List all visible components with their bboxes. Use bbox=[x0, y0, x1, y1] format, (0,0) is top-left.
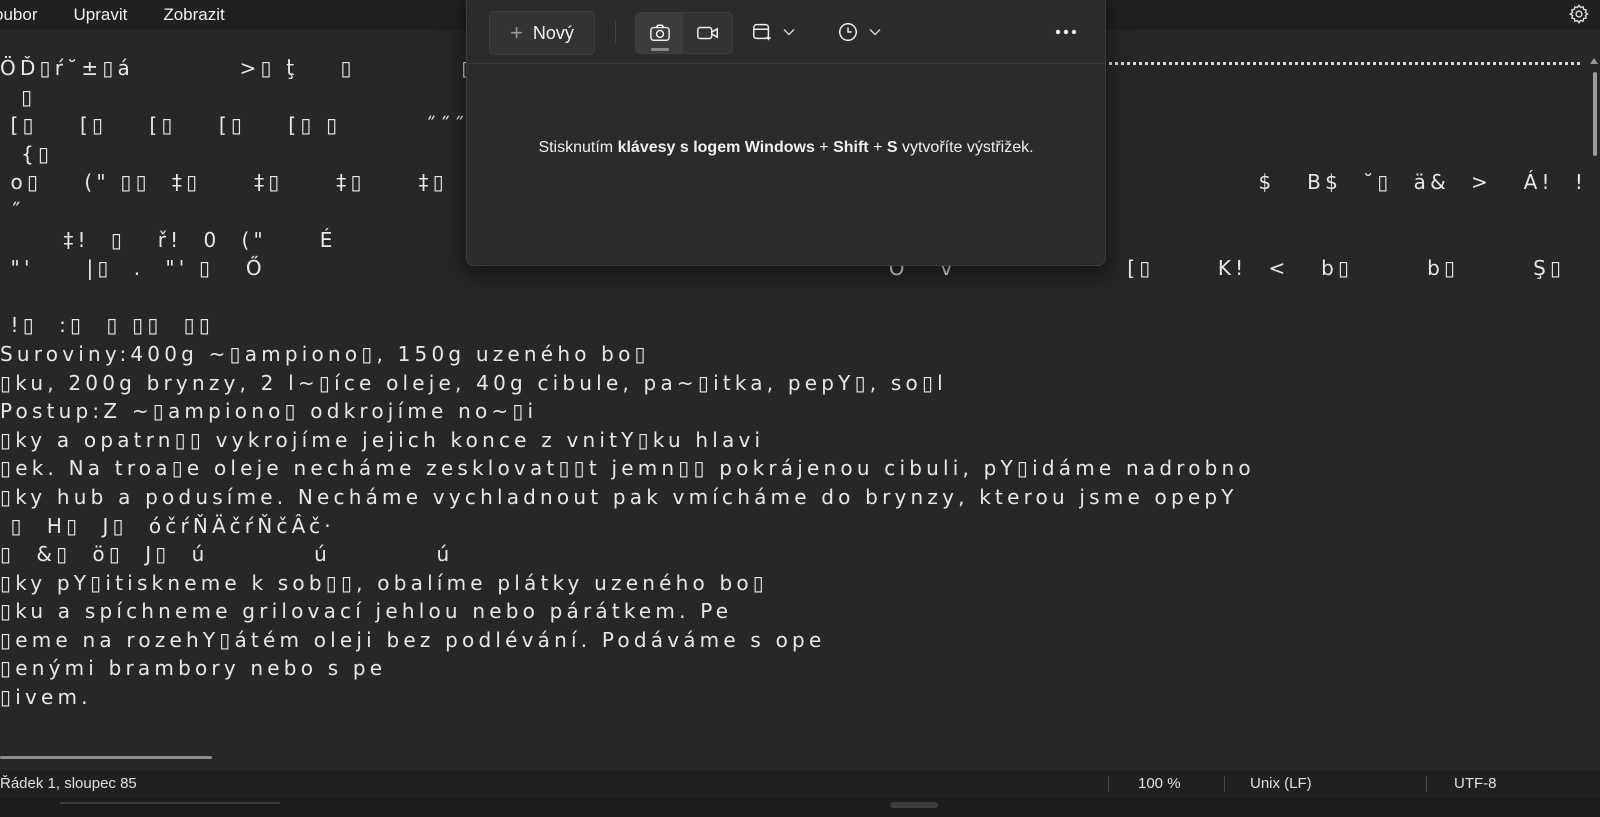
editor-line: ˝ bbox=[0, 198, 25, 223]
editor-line: ▯ku, 200g brynzy, 2 l~▯íce oleje, 40g ci… bbox=[0, 370, 947, 395]
gear-icon[interactable] bbox=[1568, 3, 1590, 25]
video-mode-button[interactable] bbox=[684, 13, 731, 53]
editor-line: ▯ bbox=[0, 84, 37, 109]
clock-icon bbox=[839, 23, 857, 41]
menu-edit[interactable]: Upravit bbox=[55, 0, 145, 30]
editor-line: ▯ H▯ J▯ óčŕŇÄčŕŇčÂč· bbox=[0, 513, 335, 538]
editor-line: ‡! ▯ ř! 0 (" É bbox=[0, 227, 337, 252]
editor-line: ▯eme na rozehY▯átém oleji bez podlévání.… bbox=[0, 627, 826, 652]
editor-line: ÖĎ▯ŕ˘±▯á >▯ ţ̇ ▯ ▯ 8 bbox=[0, 56, 515, 80]
line-ending[interactable]: Unix (LF) bbox=[1250, 770, 1312, 798]
snip-shape-dropdown[interactable] bbox=[751, 13, 795, 51]
editor-line: ▯ &▯ ö▯ J▯ ú ú ú bbox=[0, 542, 454, 567]
editor-line: ▯ky a opatrn▯▯ vykrojíme jejich konce z … bbox=[0, 427, 765, 452]
dotted-separator bbox=[1084, 62, 1580, 65]
hint-key-shift: Shift bbox=[833, 139, 869, 156]
editor-line: !▯ :▯ ▯ ▯▯ ▯▯ bbox=[0, 313, 215, 338]
more-horizontal-icon bbox=[1055, 29, 1077, 35]
editor-line: ▯ku a spíchneme grilovací jehlou nebo pá… bbox=[0, 599, 733, 624]
editor-line: [▯ [▯ [▯ [▯ [▯ ▯ ˝˝˝ o bbox=[0, 113, 517, 138]
taskbar-item bbox=[60, 802, 280, 804]
new-snip-label: Nový bbox=[532, 22, 574, 43]
more-options-button[interactable] bbox=[1049, 15, 1083, 49]
taskbar-edge bbox=[0, 798, 1600, 817]
rectangle-snip-icon bbox=[753, 23, 771, 41]
hint-plus: + bbox=[814, 139, 834, 156]
menu-view[interactable]: Zobrazit bbox=[145, 0, 242, 30]
snipping-toolbar: + Nový bbox=[467, 1, 1105, 64]
editor-line: ▯ek. Na troa▯e oleje necháme zesklovat▯▯… bbox=[0, 456, 1255, 481]
hint-plus: + bbox=[868, 139, 887, 156]
hint-key-windows: klávesy s logem Windows bbox=[617, 139, 815, 156]
toolbar-divider bbox=[615, 21, 616, 43]
vertical-scroll-thumb[interactable] bbox=[1593, 72, 1597, 156]
editor-line: {▯ bbox=[0, 141, 54, 166]
snipping-tool-window: + Nový Stisknutím klávesy s logem Window… bbox=[466, 0, 1106, 266]
hint-text: Stisknutím bbox=[538, 139, 618, 156]
taskbar-item bbox=[890, 802, 938, 808]
screenshot-mode-button[interactable] bbox=[636, 13, 683, 53]
scroll-up-arrow-icon[interactable] bbox=[1590, 58, 1598, 64]
menu-file[interactable]: oubor bbox=[0, 0, 55, 30]
status-divider bbox=[1224, 776, 1225, 792]
video-camera-icon bbox=[696, 26, 718, 40]
chevron-down-icon bbox=[783, 28, 795, 36]
status-divider bbox=[1108, 776, 1109, 792]
editor-line: ▯ky hub a podusíme. Necháme vychladnout … bbox=[0, 484, 1238, 509]
new-snip-button[interactable]: + Nový bbox=[489, 11, 595, 55]
zoom-level[interactable]: 100 % bbox=[1138, 770, 1181, 798]
editor-line: ▯ky pY▯itiskneme k sob▯▯, obalíme plátky… bbox=[0, 570, 769, 595]
editor-line: Postup:Z ~▯ampiono▯ odkrojíme no~▯i bbox=[0, 399, 538, 424]
encoding[interactable]: UTF-8 bbox=[1454, 770, 1497, 798]
hint-text: vytvoříte výstřižek. bbox=[897, 139, 1034, 156]
cursor-position: Řádek 1, sloupec 85 bbox=[0, 775, 137, 792]
editor-line: ▯ivem. bbox=[0, 685, 92, 710]
snip-shortcut-hint: Stisknutím klávesy s logem Windows + Shi… bbox=[467, 139, 1105, 157]
status-divider bbox=[1426, 776, 1427, 792]
horizontal-scroll-thumb[interactable] bbox=[0, 756, 212, 759]
capture-mode-toggle bbox=[635, 12, 733, 54]
chevron-down-icon bbox=[869, 28, 881, 36]
camera-icon bbox=[649, 24, 670, 41]
snip-delay-dropdown[interactable] bbox=[837, 13, 881, 51]
plus-icon: + bbox=[510, 20, 523, 45]
editor-line: ▯enými brambory nebo s pe bbox=[0, 656, 387, 681]
active-mode-indicator bbox=[651, 48, 669, 51]
editor-line: Suroviny:400g ~▯ampiono▯, 150g uzeného b… bbox=[0, 341, 650, 366]
hint-key-s: S bbox=[886, 139, 898, 156]
status-bar: Řádek 1, sloupec 85 100 % Unix (LF) UTF-… bbox=[0, 770, 1600, 798]
